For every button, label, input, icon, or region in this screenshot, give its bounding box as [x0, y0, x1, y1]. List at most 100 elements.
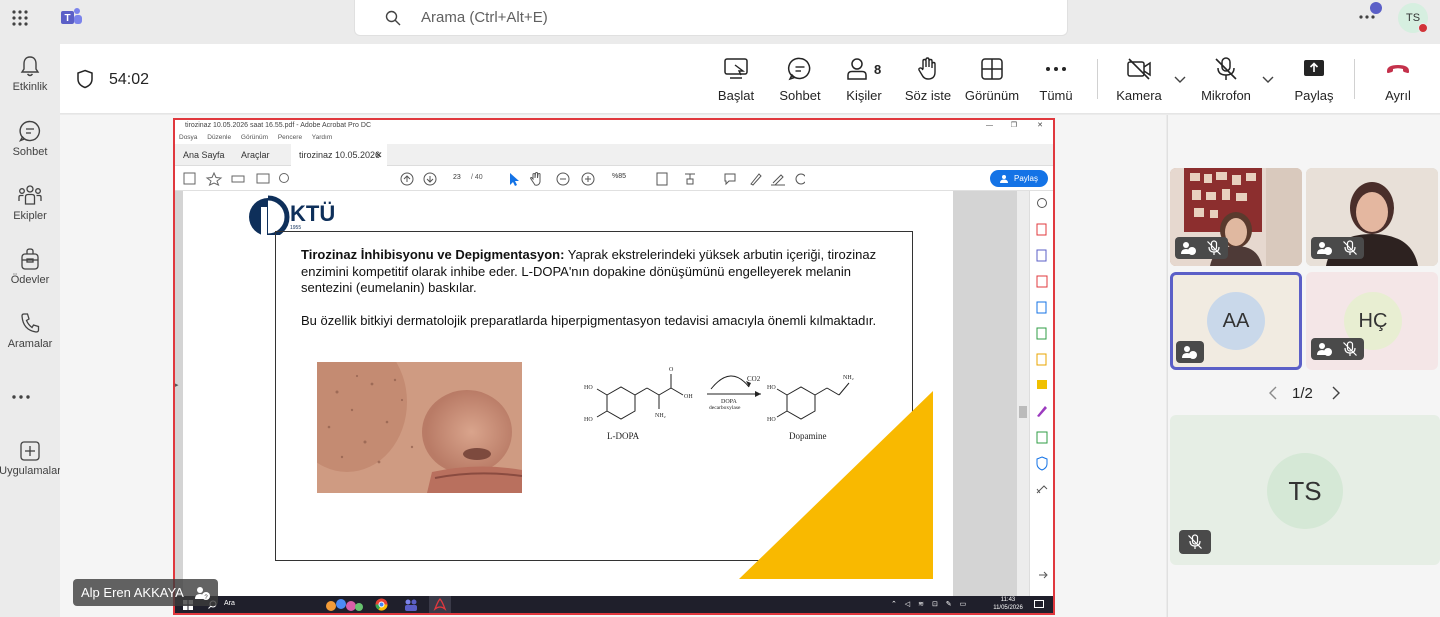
rail-item-calls[interactable]: Aramalar — [0, 311, 60, 350]
menu-help[interactable]: Yardım — [312, 134, 332, 141]
participant-status-chip — [1311, 338, 1364, 360]
tab-tools[interactable]: Araçlar — [241, 150, 270, 160]
rail-item-teams[interactable]: Ekipler — [0, 183, 60, 222]
mic-options-chevron-icon[interactable] — [1262, 76, 1274, 84]
shared-screen: tirozinaz 10.05.2026 saat 16.55.pdf - Ad… — [173, 118, 1055, 615]
toolbar-divider — [1354, 59, 1355, 99]
self-tile-ts[interactable]: TS — [1170, 415, 1440, 565]
viewer-status-icon — [1317, 242, 1332, 255]
acrobat-menubar: Dosya Düzenle Görünüm Pencere Yardım — [175, 132, 1053, 144]
hand-icon — [918, 57, 936, 80]
mic-button[interactable]: Mikrofon — [1198, 56, 1254, 103]
chat-button[interactable]: Sohbet — [777, 56, 823, 103]
skin-photo — [317, 362, 522, 493]
participant-status-chip — [1311, 237, 1364, 259]
prev-page-chevron-icon[interactable] — [1268, 386, 1278, 400]
hang-up-icon — [1387, 65, 1409, 73]
tab-home[interactable]: Ana Sayfa — [183, 150, 225, 160]
email-icon — [256, 173, 270, 184]
share-button[interactable]: Paylaş — [1292, 56, 1336, 103]
next-page-chevron-icon[interactable] — [1331, 386, 1341, 400]
taskbar-date: 11/05/2026 — [993, 605, 1023, 611]
view-tools-icons[interactable] — [507, 171, 603, 187]
app-launcher-icon[interactable] — [11, 9, 29, 27]
more-options-icon[interactable] — [1358, 14, 1376, 20]
participant-avatar: AA — [1207, 292, 1265, 350]
chem-nh2-2: NH₂ — [843, 375, 854, 381]
taskbar-clock[interactable]: 11:43 11/05/2026 — [990, 596, 1026, 612]
view-button[interactable]: Görünüm — [963, 56, 1021, 103]
acrobat-right-tools — [1029, 191, 1053, 596]
chem-oh: OH — [684, 394, 693, 400]
page-current[interactable]: 23 — [453, 174, 461, 181]
viewer-status-icon — [1182, 346, 1197, 359]
participant-tile-hc[interactable]: HÇ — [1306, 272, 1438, 370]
viewer-status-icon — [1181, 242, 1196, 255]
raise-hand-button[interactable]: Söz iste — [904, 56, 952, 103]
scroll-thumb[interactable] — [1019, 406, 1027, 418]
taskbar-teams-icon[interactable] — [404, 598, 418, 611]
taskbar-widget-icon[interactable] — [323, 597, 365, 613]
zoom-level[interactable]: %85 — [612, 173, 626, 180]
page-total: / 40 — [471, 174, 483, 181]
menu-file[interactable]: Dosya — [179, 134, 197, 141]
page-nav-icons[interactable] — [399, 171, 437, 187]
edit-tools-icons[interactable] — [655, 171, 805, 187]
rail-item-assignments[interactable]: Ödevler — [0, 247, 60, 286]
search-box[interactable]: Arama (Ctrl+Alt+E) — [354, 0, 1068, 36]
acrobat-file-tools[interactable] — [183, 172, 333, 186]
more-button[interactable]: Tümü — [1039, 56, 1073, 103]
participant-video-tile[interactable] — [1306, 168, 1438, 266]
taskbar-search-label[interactable]: Ara — [224, 600, 235, 607]
camera-button[interactable]: Kamera — [1116, 56, 1162, 103]
rail-item-activity[interactable]: Etkinlik — [0, 54, 60, 93]
camera-options-chevron-icon[interactable] — [1174, 76, 1186, 84]
more-apps-icon[interactable] — [11, 394, 31, 400]
self-avatar: TS — [1267, 453, 1343, 529]
leave-button[interactable]: Ayrıl — [1378, 56, 1418, 103]
chrome-icon[interactable] — [375, 598, 388, 611]
tab-close-icon[interactable]: ✕ — [375, 150, 383, 161]
maximize-icon[interactable]: ❐ — [1011, 120, 1017, 132]
acrobat-taskbar-item[interactable] — [429, 596, 451, 613]
notification-dot — [1370, 2, 1382, 14]
rail-item-apps[interactable]: Uygulamalar — [0, 440, 69, 477]
mic-muted-icon — [1188, 534, 1202, 549]
minimize-icon[interactable]: — — [986, 120, 993, 132]
acrobat-tool-icons[interactable] — [1030, 191, 1054, 591]
start-button[interactable]: Başlat — [715, 56, 757, 103]
grid-view-icon — [981, 58, 1003, 80]
chem-nh2-1: NH₂ — [655, 413, 666, 419]
notifications-icon[interactable] — [1034, 600, 1044, 609]
participants-panel: AA HÇ 1/2 TS — [1167, 115, 1440, 617]
add-apps-icon — [20, 441, 40, 461]
acrobat-share-label: Paylaş — [1013, 174, 1038, 183]
menu-view[interactable]: Görünüm — [241, 134, 268, 141]
participant-video-tile[interactable] — [1170, 168, 1302, 266]
present-icon — [724, 58, 748, 79]
system-tray-icons[interactable]: ⌃ ◁ ≋ ⊡ ✎ ▭ — [891, 600, 969, 608]
tab-document[interactable]: tirozinaz 10.05.2026 ... ✕ — [291, 144, 387, 170]
mic-muted-icon — [1343, 240, 1357, 255]
people-button[interactable]: 8 Kişiler — [842, 56, 886, 103]
menu-edit[interactable]: Düzenle — [207, 134, 231, 141]
print-icon — [231, 175, 245, 183]
save-icon — [183, 172, 196, 185]
rail-label: Aramalar — [7, 338, 53, 350]
face-closeup-image — [317, 362, 522, 493]
participant-tile-aa[interactable]: AA — [1170, 272, 1302, 370]
left-panel-toggle-icon[interactable]: ▸ — [175, 381, 183, 391]
rail-label: Uygulamalar — [0, 465, 61, 477]
menu-window[interactable]: Pencere — [278, 134, 302, 141]
pdf-vertical-scrollbar[interactable] — [1017, 191, 1029, 596]
people-count: 8 — [874, 62, 882, 77]
acrobat-share-button[interactable]: Paylaş — [990, 170, 1048, 187]
acrobat-window-title: tirozinaz 10.05.2026 saat 16.55.pdf - Ad… — [185, 122, 372, 129]
slide-heading: Tirozinaz İnhibisyonu ve Depigmentasyon: — [301, 247, 565, 262]
shield-icon[interactable] — [76, 69, 94, 89]
svg-text:T: T — [64, 13, 70, 24]
rail-item-chat[interactable]: Sohbet — [0, 119, 60, 158]
close-icon[interactable]: ✕ — [1037, 120, 1043, 132]
share-people-icon — [999, 175, 1008, 183]
ktu-logo-text: KTÜ — [290, 201, 335, 226]
